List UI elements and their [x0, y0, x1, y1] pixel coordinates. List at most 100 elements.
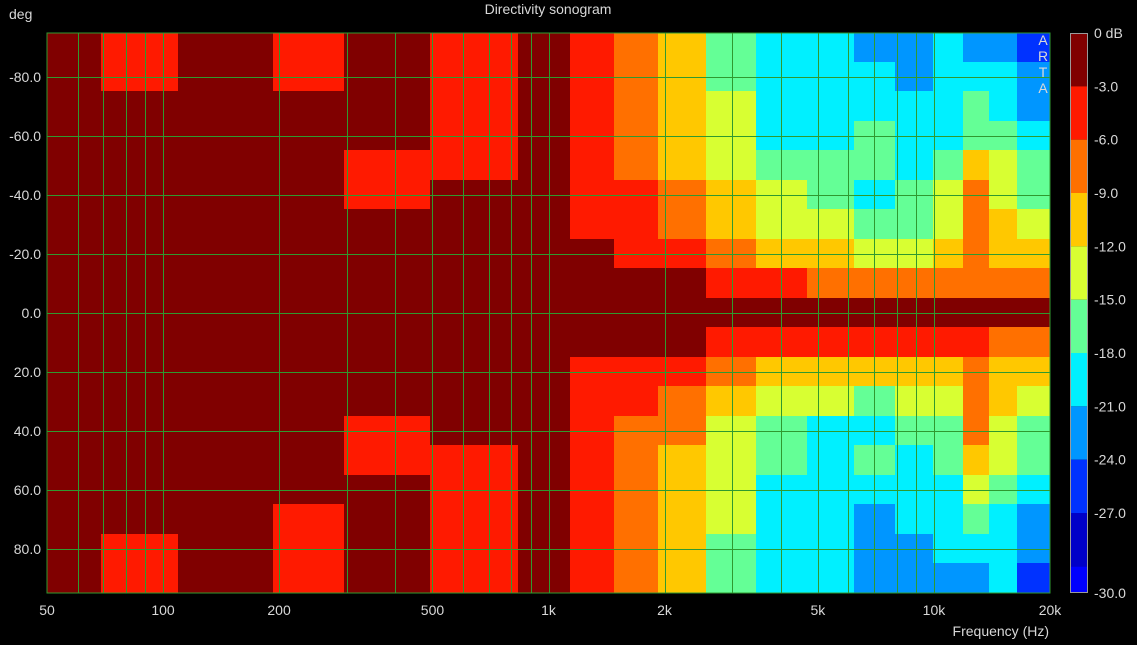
heatmap-cell — [989, 91, 1018, 122]
chart-title: Directivity sonogram — [485, 1, 612, 17]
heatmap-cell — [273, 563, 345, 593]
heatmap-cell — [430, 386, 519, 417]
heatmap-cell — [178, 504, 274, 535]
heatmap-cell — [344, 563, 431, 593]
heatmap-cell — [963, 386, 990, 417]
colorbar-swatch — [1070, 33, 1088, 87]
heatmap-cell — [344, 445, 431, 476]
heatmap-cell — [273, 327, 345, 358]
heatmap-cell — [178, 33, 274, 63]
heatmap-cell — [963, 445, 990, 476]
heatmap-cell — [430, 445, 519, 476]
heatmap-cell — [614, 386, 659, 417]
heatmap-cell — [273, 91, 345, 122]
heatmap-cell — [570, 327, 615, 358]
colorbar-swatch — [1070, 353, 1088, 407]
heatmap-cell — [989, 504, 1018, 535]
heatmap-cell — [101, 563, 179, 593]
heatmap-cell — [47, 386, 102, 417]
heatmap-cell — [47, 563, 102, 593]
colorbar-label: -30.0 — [1094, 585, 1126, 601]
colorbar-swatch — [1070, 86, 1088, 140]
heatmap-cell — [430, 150, 519, 181]
y-axis-label: deg — [9, 6, 32, 22]
heatmap-cell — [963, 209, 990, 240]
heatmap-cell — [614, 327, 659, 358]
heatmap-cell — [614, 150, 659, 181]
colorbar-label: -18.0 — [1094, 345, 1126, 361]
colorbar-label: -15.0 — [1094, 292, 1126, 308]
chart-svg: Directivity sonogram deg Frequency (Hz) … — [0, 0, 1137, 640]
heatmap-cell — [933, 33, 964, 63]
heatmap-cell — [101, 327, 179, 358]
heatmap-cell — [807, 150, 855, 181]
colorbar-swatch — [1070, 246, 1088, 300]
heatmap-cell — [963, 268, 990, 299]
heatmap-cell — [963, 91, 990, 122]
heatmap-cell — [895, 386, 934, 417]
heatmap-cell — [933, 504, 964, 535]
heatmap-cell — [570, 268, 615, 299]
heatmap-cell — [570, 150, 615, 181]
heatmap-cell — [570, 563, 615, 593]
heatmap-cell — [706, 386, 757, 417]
heatmap-cell — [570, 386, 615, 417]
heatmap-cell — [963, 327, 990, 358]
heatmap-cell — [344, 209, 431, 240]
heatmap-cell — [178, 327, 274, 358]
heatmap-cell — [614, 563, 659, 593]
heatmap-cell — [807, 504, 855, 535]
colorbar-label: -3.0 — [1094, 78, 1118, 94]
heatmap-cell — [807, 563, 855, 593]
heatmap-cell — [614, 209, 659, 240]
colorbar-swatch — [1070, 513, 1088, 567]
heatmap-cell — [101, 268, 179, 299]
x-tick-label: 500 — [421, 602, 445, 618]
heatmap-cell — [570, 209, 615, 240]
heatmap-cell — [273, 150, 345, 181]
heatmap-cell — [273, 268, 345, 299]
heatmap-cell — [989, 386, 1018, 417]
heatmap-cell — [273, 386, 345, 417]
heatmap-cell — [518, 150, 571, 181]
heatmap-cell — [1017, 504, 1050, 535]
directivity-chart: Directivity sonogram deg Frequency (Hz) … — [0, 0, 1137, 640]
y-tick-label: 0.0 — [22, 305, 42, 321]
colorbar-swatch — [1070, 566, 1088, 593]
heatmap-cell — [101, 209, 179, 240]
heatmap-cell — [101, 33, 179, 63]
heatmap-cell — [895, 563, 934, 593]
heatmap-cell — [47, 327, 102, 358]
y-tick-label: -80.0 — [9, 69, 41, 85]
x-tick-label: 1k — [541, 602, 557, 618]
heatmap-cell — [47, 91, 102, 122]
heatmap-cell — [570, 91, 615, 122]
heatmap-cell — [706, 33, 757, 63]
heatmap-cell — [47, 33, 102, 63]
heatmap-cell — [273, 209, 345, 240]
heatmap-cell — [807, 386, 855, 417]
x-tick-label: 5k — [811, 602, 827, 618]
colorbar-label: -12.0 — [1094, 238, 1126, 254]
heatmap-cell — [807, 268, 855, 299]
heatmap-cell — [706, 563, 757, 593]
heatmap-cell — [47, 268, 102, 299]
heatmap-cell — [895, 91, 934, 122]
heatmap-cell — [614, 504, 659, 535]
watermark-letter: T — [1039, 64, 1048, 80]
heatmap-cell — [178, 91, 274, 122]
heatmap-cell — [47, 209, 102, 240]
x-tick-label: 2k — [657, 602, 673, 618]
heatmap-cell — [47, 504, 102, 535]
heatmap-cell — [344, 150, 431, 181]
heatmap-cell — [706, 445, 757, 476]
heatmap-cell — [989, 209, 1018, 240]
heatmap-cell — [1017, 209, 1050, 240]
heatmap-cell — [570, 504, 615, 535]
heatmap-cell — [706, 91, 757, 122]
heatmap-cell — [518, 504, 571, 535]
heatmap-cell — [273, 445, 345, 476]
y-tick-label: 80.0 — [14, 541, 41, 557]
y-tick-label: -20.0 — [9, 246, 41, 262]
heatmap-cell — [430, 33, 519, 63]
